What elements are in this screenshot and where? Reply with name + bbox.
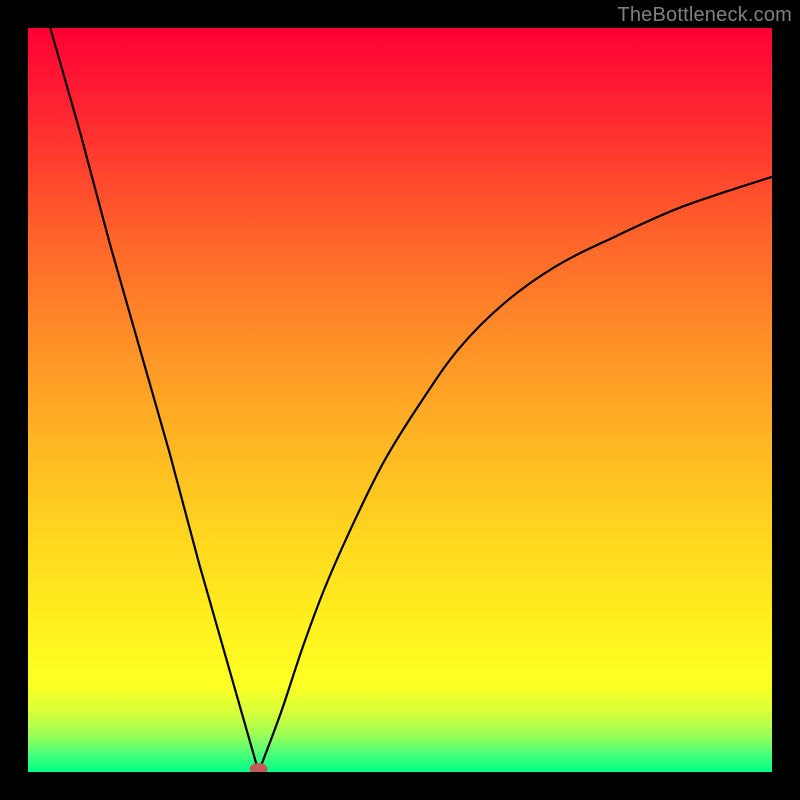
curve-layer [28, 28, 772, 772]
watermark-text: TheBottleneck.com [617, 4, 792, 27]
minimum-marker [250, 763, 268, 772]
plot-area [28, 28, 772, 772]
chart-frame: TheBottleneck.com [0, 0, 800, 800]
bottleneck-curve [50, 28, 772, 772]
